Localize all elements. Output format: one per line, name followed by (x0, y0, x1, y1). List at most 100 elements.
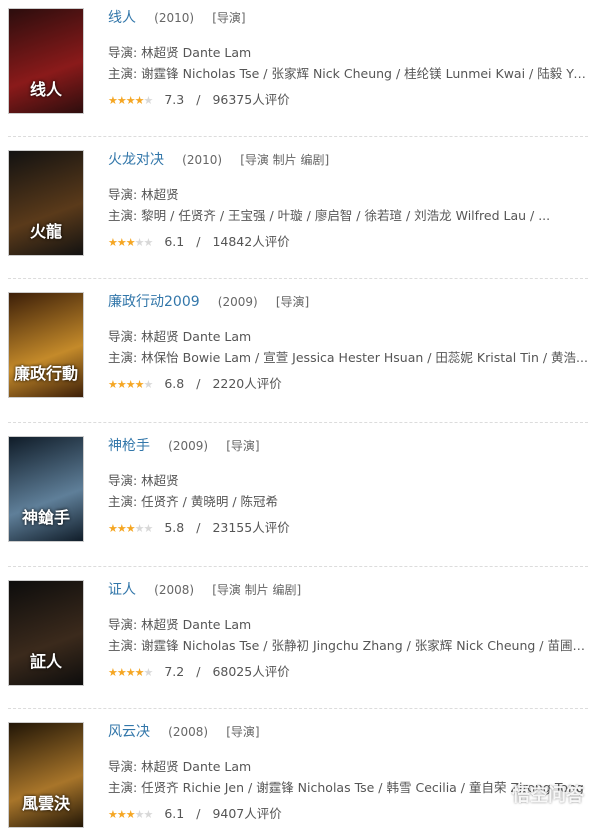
rating-score: 5.8 (164, 520, 185, 535)
movie-director: 导演: 林超贤 (108, 187, 179, 202)
movie-roles: [导演] (212, 11, 246, 25)
item-separator (8, 422, 588, 423)
movie-info: 廉政行动2009 (2009) [导演] 导演: 林超贤 Dante Lam 主… (108, 292, 588, 394)
movie-year: (2008) (154, 583, 195, 597)
star-icon: ★ (116, 522, 127, 535)
rating-separator: / (196, 234, 201, 249)
rating-stars-icon: ★★★★★ (108, 233, 153, 253)
star-icon: ★ (108, 666, 118, 679)
star-icon: ★ (116, 236, 127, 249)
rating-separator: / (196, 376, 201, 391)
star-icon: ★ (116, 808, 127, 821)
star-icon: ★ (108, 94, 118, 107)
rating-stars-icon: ★★★★★ (108, 91, 153, 111)
movie-info: 火龙对决 (2010) [导演 制片 编剧] 导演: 林超贤 主演: 黎明 / … (108, 150, 588, 252)
star-icon: ★ (125, 522, 136, 535)
movie-item: 風雲決 风云决 (2008) [导演] 导演: 林超贤 Dante Lam 主演… (8, 722, 588, 832)
rating-count: 23155人评价 (212, 520, 290, 535)
star-icon: ★ (108, 236, 118, 249)
movie-director: 导演: 林超贤 Dante Lam (108, 329, 252, 344)
title-row: 神枪手 (2009) [导演] (108, 436, 588, 456)
poster-title: 廉政行動 (13, 364, 78, 383)
rating-score: 7.3 (164, 92, 185, 107)
poster-title: 线人 (29, 80, 62, 99)
movie-year: (2009) (168, 439, 209, 453)
movie-director: 导演: 林超贤 Dante Lam (108, 617, 252, 632)
movie-info: 神枪手 (2009) [导演] 导演: 林超贤 主演: 任贤齐 / 黄晓明 / … (108, 436, 588, 538)
movie-poster[interactable]: 线人 (8, 8, 84, 114)
star-icon: ★ (125, 94, 136, 107)
title-row: 证人 (2008) [导演 制片 编剧] (108, 580, 588, 600)
star-icon: ★ (125, 378, 136, 391)
item-separator (8, 566, 588, 567)
movie-poster[interactable]: 証人 (8, 580, 84, 686)
star-icon: ★ (108, 522, 118, 535)
rating-stars-icon: ★★★★★ (108, 805, 153, 825)
rating-row: ★★★★★ 6.8 / 2220人评价 (108, 374, 588, 394)
rating-score: 6.8 (164, 376, 185, 391)
movie-cast: 主演: 任贤齐 / 黄晓明 / 陈冠希 (108, 494, 279, 509)
rating-row: ★★★★★ 6.1 / 9407人评价 (108, 804, 588, 824)
watermark: 悟空问答 (512, 785, 584, 806)
rating-stars-icon: ★★★★★ (108, 663, 154, 683)
movie-item: 廉政行動 廉政行动2009 (2009) [导演] 导演: 林超贤 Dante … (8, 292, 588, 402)
star-icon: ★ (125, 808, 136, 821)
title-row: 火龙对决 (2010) [导演 制片 编剧] (108, 150, 588, 170)
star-icon: ★ (143, 666, 154, 679)
item-separator (8, 278, 588, 279)
movie-roles: [导演] (226, 725, 260, 739)
star-icon: ★ (134, 378, 145, 391)
rating-count: 14842人评价 (212, 234, 290, 249)
star-icon: ★ (125, 666, 136, 679)
star-icon: ★ (134, 236, 145, 249)
rating-count: 68025人评价 (212, 664, 290, 679)
movie-director: 导演: 林超贤 (108, 473, 179, 488)
movie-item: 线人 线人 (2010) [导演] 导演: 林超贤 Dante Lam 主演: … (8, 8, 588, 118)
rating-score: 7.2 (164, 664, 185, 679)
movie-title-link[interactable]: 风云决 (108, 724, 150, 740)
rating-row: ★★★★★ 6.1 / 14842人评价 (108, 232, 588, 252)
movie-title-link[interactable]: 线人 (108, 10, 136, 26)
star-icon: ★ (125, 236, 136, 249)
title-row: 风云决 (2008) [导演] (108, 722, 588, 742)
rating-separator: / (196, 92, 201, 107)
movie-title-link[interactable]: 火龙对决 (108, 152, 164, 168)
star-icon: ★ (116, 378, 127, 391)
movie-year: (2010) (182, 153, 223, 167)
star-icon: ★ (134, 666, 145, 679)
movie-info: 风云决 (2008) [导演] 导演: 林超贤 Dante Lam 主演: 任贤… (108, 722, 588, 824)
rating-separator: / (196, 664, 201, 679)
item-separator (8, 136, 588, 137)
title-row: 廉政行动2009 (2009) [导演] (108, 292, 588, 312)
poster-title: 神鎗手 (21, 508, 70, 527)
star-icon: ★ (134, 522, 145, 535)
star-icon: ★ (116, 94, 127, 107)
rating-separator: / (196, 520, 201, 535)
star-icon: ★ (134, 94, 145, 107)
movie-poster[interactable]: 風雲決 (8, 722, 84, 828)
star-icon: ★ (108, 808, 118, 821)
star-icon: ★ (108, 378, 118, 391)
star-icon: ★ (116, 666, 127, 679)
rating-count: 2220人评价 (212, 376, 282, 391)
rating-row: ★★★★★ 7.3 / 96375人评价 (108, 90, 588, 110)
movie-title-link[interactable]: 证人 (108, 582, 136, 598)
movie-title-link[interactable]: 神枪手 (108, 438, 150, 454)
movie-year: (2008) (168, 725, 209, 739)
movie-info: 证人 (2008) [导演 制片 编剧] 导演: 林超贤 Dante Lam 主… (108, 580, 588, 682)
movie-poster[interactable]: 神鎗手 (8, 436, 84, 542)
rating-score: 6.1 (164, 806, 185, 821)
rating-row: ★★★★★ 5.8 / 23155人评价 (108, 518, 588, 538)
title-row: 线人 (2010) [导演] (108, 8, 588, 28)
item-separator (8, 708, 588, 709)
movie-title-link[interactable]: 廉政行动2009 (108, 294, 200, 310)
movie-item: 神鎗手 神枪手 (2009) [导演] 导演: 林超贤 主演: 任贤齐 / 黄晓… (8, 436, 588, 546)
movie-item: 火龍 火龙对决 (2010) [导演 制片 编剧] 导演: 林超贤 主演: 黎明… (8, 150, 588, 260)
movie-director: 导演: 林超贤 Dante Lam (108, 45, 252, 60)
rating-stars-icon: ★★★★★ (108, 519, 153, 539)
movie-cast: 主演: 黎明 / 任贤齐 / 王宝强 / 叶璇 / 廖启智 / 徐若瑄 / 刘浩… (108, 208, 551, 223)
movie-poster[interactable]: 廉政行動 (8, 292, 84, 398)
movie-cast: 主演: 林保怡 Bowie Lam / 宣萱 Jessica Hester Hs… (108, 350, 588, 365)
movie-director: 导演: 林超贤 Dante Lam (108, 759, 252, 774)
movie-poster[interactable]: 火龍 (8, 150, 84, 256)
